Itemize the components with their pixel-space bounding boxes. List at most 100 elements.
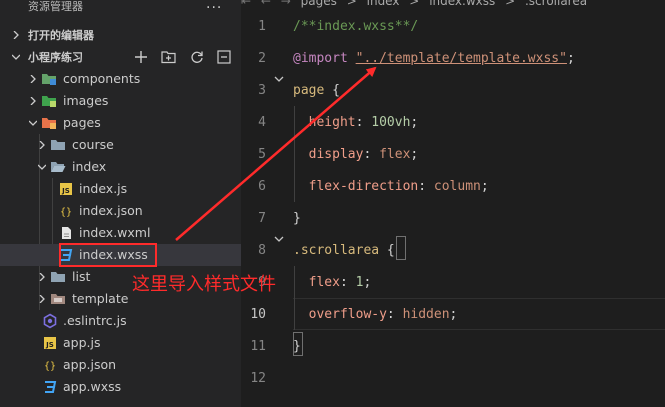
code-line[interactable]: height: 100vh; [293, 114, 419, 132]
code-editor[interactable]: ⇤ ← → pages > index > index.wxss > .scro… [241, 0, 665, 407]
line-number: 11 [250, 339, 266, 354]
code-line[interactable]: /**index.wxss**/ [293, 18, 418, 36]
code-token: .scrollarea [293, 243, 387, 258]
back-arrow-icon[interactable]: ⇤ [241, 0, 251, 8]
line-number: 5 [258, 147, 266, 162]
tree-item-index-wxss[interactable]: index.wxss [0, 244, 241, 266]
indent-guide [294, 106, 295, 202]
tree-item-app-wxss[interactable]: app.wxss [0, 376, 241, 398]
tree-item-label: .eslintrc.js [63, 313, 127, 328]
code-token: /**index.wxss**/ [293, 19, 419, 34]
code-token: ; [410, 147, 419, 162]
code-token: page [293, 83, 333, 98]
tree-item-images[interactable]: images [0, 90, 241, 112]
code-line[interactable]: @import "../template/template.wxss"; [293, 50, 575, 68]
code-token: : [339, 275, 356, 290]
code-line[interactable]: } [293, 210, 301, 228]
code-line[interactable]: display: flex; [293, 146, 419, 164]
breadcrumb-separator: > [505, 0, 516, 8]
new-folder-icon[interactable] [161, 50, 176, 64]
new-file-icon[interactable] [134, 50, 148, 64]
breadcrumb-segment[interactable]: index.wxss [429, 0, 495, 8]
svg-text:JS: JS [61, 187, 70, 195]
folder-open-icon [51, 162, 66, 172]
json-file-icon: {} [60, 207, 72, 218]
open-editors-section[interactable]: 打开的编辑器 [0, 24, 241, 46]
project-section[interactable]: 小程序练习 [0, 46, 241, 68]
code-token: { [386, 243, 395, 258]
line-number: 4 [258, 115, 266, 130]
chevron-down-icon [12, 54, 20, 60]
tree-item-app-js[interactable]: JS app.js [0, 332, 241, 354]
tree-item-label: template [72, 291, 129, 306]
code-token: 100vh [371, 115, 411, 130]
code-line[interactable]: flex-direction: column; [293, 178, 489, 196]
collapse-all-icon[interactable] [217, 50, 231, 64]
breadcrumb-segment[interactable]: pages [301, 0, 337, 8]
code-token: : [418, 179, 434, 194]
js-file-icon: JS [44, 337, 56, 349]
svg-text:{}: {} [60, 207, 72, 218]
line-number: 7 [258, 211, 266, 226]
tree-item-eslintrc[interactable]: .eslintrc.js [0, 310, 241, 332]
code-token: flex-direction [293, 179, 419, 194]
chevron-right-icon [39, 295, 45, 303]
line-number: 1 [258, 19, 266, 34]
breadcrumb-separator: > [409, 0, 420, 8]
bracket-match-highlight [293, 332, 303, 356]
components-folder-icon [42, 74, 56, 85]
code-token: { [332, 83, 340, 98]
tree-item-label: app.wxss [63, 379, 122, 394]
tree-item-label: components [63, 71, 141, 86]
pages-folder-icon [42, 118, 56, 129]
code-line[interactable]: page { [293, 82, 340, 100]
fold-chevron-icon[interactable] [274, 74, 284, 84]
refresh-icon[interactable] [190, 50, 204, 64]
tree-item-index[interactable]: index [0, 156, 241, 178]
code-token: : [363, 147, 380, 162]
line-number: 10 [250, 307, 266, 322]
annotation-text: 这里导入样式文件 [132, 274, 276, 295]
code-token: ; [566, 51, 575, 66]
chevron-right-icon [30, 97, 36, 105]
tree-item-index-js[interactable]: JS index.js [0, 178, 241, 200]
arrow-right-icon[interactable]: → [281, 0, 291, 8]
tree-item-pages[interactable]: pages [0, 112, 241, 134]
code-line[interactable]: flex: 1; [293, 274, 372, 292]
fold-chevron-icon[interactable] [274, 234, 284, 244]
explorer-title-bar: 资源管理器 ... [0, 0, 241, 20]
wxml-file-icon [62, 227, 71, 239]
chevron-down-icon [38, 164, 46, 170]
tree-item-label: list [72, 269, 91, 284]
code-area[interactable]: /**index.wxss**/ @import "../template/tem… [293, 8, 665, 407]
code-line[interactable]: overflow-y: hidden; [293, 306, 458, 324]
code-line[interactable]: .scrollarea { [293, 242, 395, 260]
line-number: 8 [258, 243, 266, 258]
svg-text:{}: {} [44, 361, 56, 372]
code-token: "../template/template.wxss" [355, 51, 567, 66]
tree-item-label: index.wxml [79, 225, 151, 240]
code-token: ; [480, 179, 489, 194]
images-folder-icon [42, 96, 56, 107]
tree-item-course[interactable]: course [0, 134, 241, 156]
tree-item-components[interactable]: components [0, 68, 241, 90]
eslint-file-icon [43, 313, 57, 329]
tree-item-label: index.wxss [79, 247, 148, 262]
more-actions-button[interactable]: ... [206, 0, 222, 12]
chevron-right-icon [39, 273, 45, 281]
code-token: : [355, 115, 372, 130]
breadcrumb-bar: ⇤ ← → pages > index > index.wxss > .scro… [241, 0, 665, 8]
tree-item-label: app.json [63, 357, 117, 372]
indent-guide [294, 266, 295, 330]
arrow-left-icon[interactable]: ← [261, 0, 271, 8]
breadcrumb-separator: > [346, 0, 357, 8]
line-number: 3 [258, 83, 266, 98]
tree-item-label: index [72, 159, 107, 174]
breadcrumb-segment[interactable]: index [367, 0, 400, 8]
breadcrumb-segment[interactable]: .scrollarea [525, 0, 587, 8]
code-token: : [386, 307, 403, 322]
code-token: flex [293, 275, 340, 290]
tree-item-index-json[interactable]: {} index.json [0, 200, 241, 222]
tree-item-app-json[interactable]: {} app.json [0, 354, 241, 376]
tree-item-index-wxml[interactable]: index.wxml [0, 222, 241, 244]
